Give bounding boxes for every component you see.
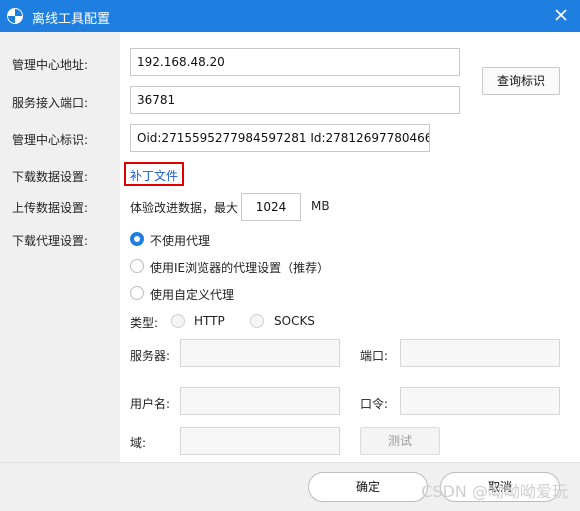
proxy-ie-radio[interactable]: [130, 259, 144, 273]
proxy-none-label: 不使用代理: [150, 234, 211, 248]
close-icon[interactable]: [550, 4, 572, 26]
service-port-label: 服务接入端口:: [12, 96, 89, 110]
management-center-address-input[interactable]: 192.168.48.20: [130, 48, 460, 76]
management-center-id-label: 管理中心标识:: [12, 133, 89, 147]
service-port-input[interactable]: 36781: [130, 86, 460, 114]
proxy-password-label: 口令:: [360, 397, 389, 411]
upload-data-label: 上传数据设置:: [12, 201, 89, 215]
upload-data-prefix: 体验改进数据，最大: [130, 201, 239, 215]
proxy-label: 下载代理设置:: [12, 234, 89, 248]
proxy-server-input[interactable]: [180, 339, 340, 367]
proxy-ie-label: 使用IE浏览器的代理设置（推荐）: [150, 261, 330, 275]
upload-max-input[interactable]: 1024: [241, 193, 301, 221]
proxy-domain-input[interactable]: [180, 427, 340, 455]
management-center-id-input[interactable]: Oid:2715595277984597281 Id:2781269778046…: [130, 124, 430, 152]
proxy-custom-label: 使用自定义代理: [150, 288, 235, 302]
upload-unit: MB: [311, 199, 330, 213]
window-title: 离线工具配置: [32, 12, 111, 27]
proxy-port-input[interactable]: [400, 339, 560, 367]
app-logo: [7, 8, 23, 24]
proxy-type-socks-label: SOCKS: [274, 314, 315, 328]
management-center-address-label: 管理中心地址:: [12, 58, 89, 72]
watermark-text: CSDN @呦呦呦爱玩: [421, 482, 568, 501]
proxy-username-input[interactable]: [180, 387, 340, 415]
proxy-custom-radio[interactable]: [130, 286, 144, 300]
proxy-type-socks-radio[interactable]: [250, 314, 264, 328]
query-id-button[interactable]: 查询标识: [482, 67, 560, 95]
proxy-none-radio[interactable]: [130, 232, 144, 246]
ok-button[interactable]: 确定: [308, 472, 428, 502]
proxy-port-label: 端口:: [360, 349, 389, 363]
test-button[interactable]: 测试: [360, 427, 440, 455]
download-data-label: 下载数据设置:: [12, 170, 89, 184]
title-bar: 离线工具配置: [0, 0, 580, 32]
proxy-type-http-label: HTTP: [194, 314, 225, 328]
proxy-type-label: 类型:: [130, 316, 159, 330]
proxy-password-input[interactable]: [400, 387, 560, 415]
proxy-domain-label: 域:: [130, 436, 147, 450]
patch-file-link[interactable]: 补丁文件: [130, 167, 178, 184]
proxy-type-http-radio[interactable]: [171, 314, 185, 328]
proxy-server-label: 服务器:: [130, 349, 171, 363]
proxy-username-label: 用户名:: [130, 397, 171, 411]
